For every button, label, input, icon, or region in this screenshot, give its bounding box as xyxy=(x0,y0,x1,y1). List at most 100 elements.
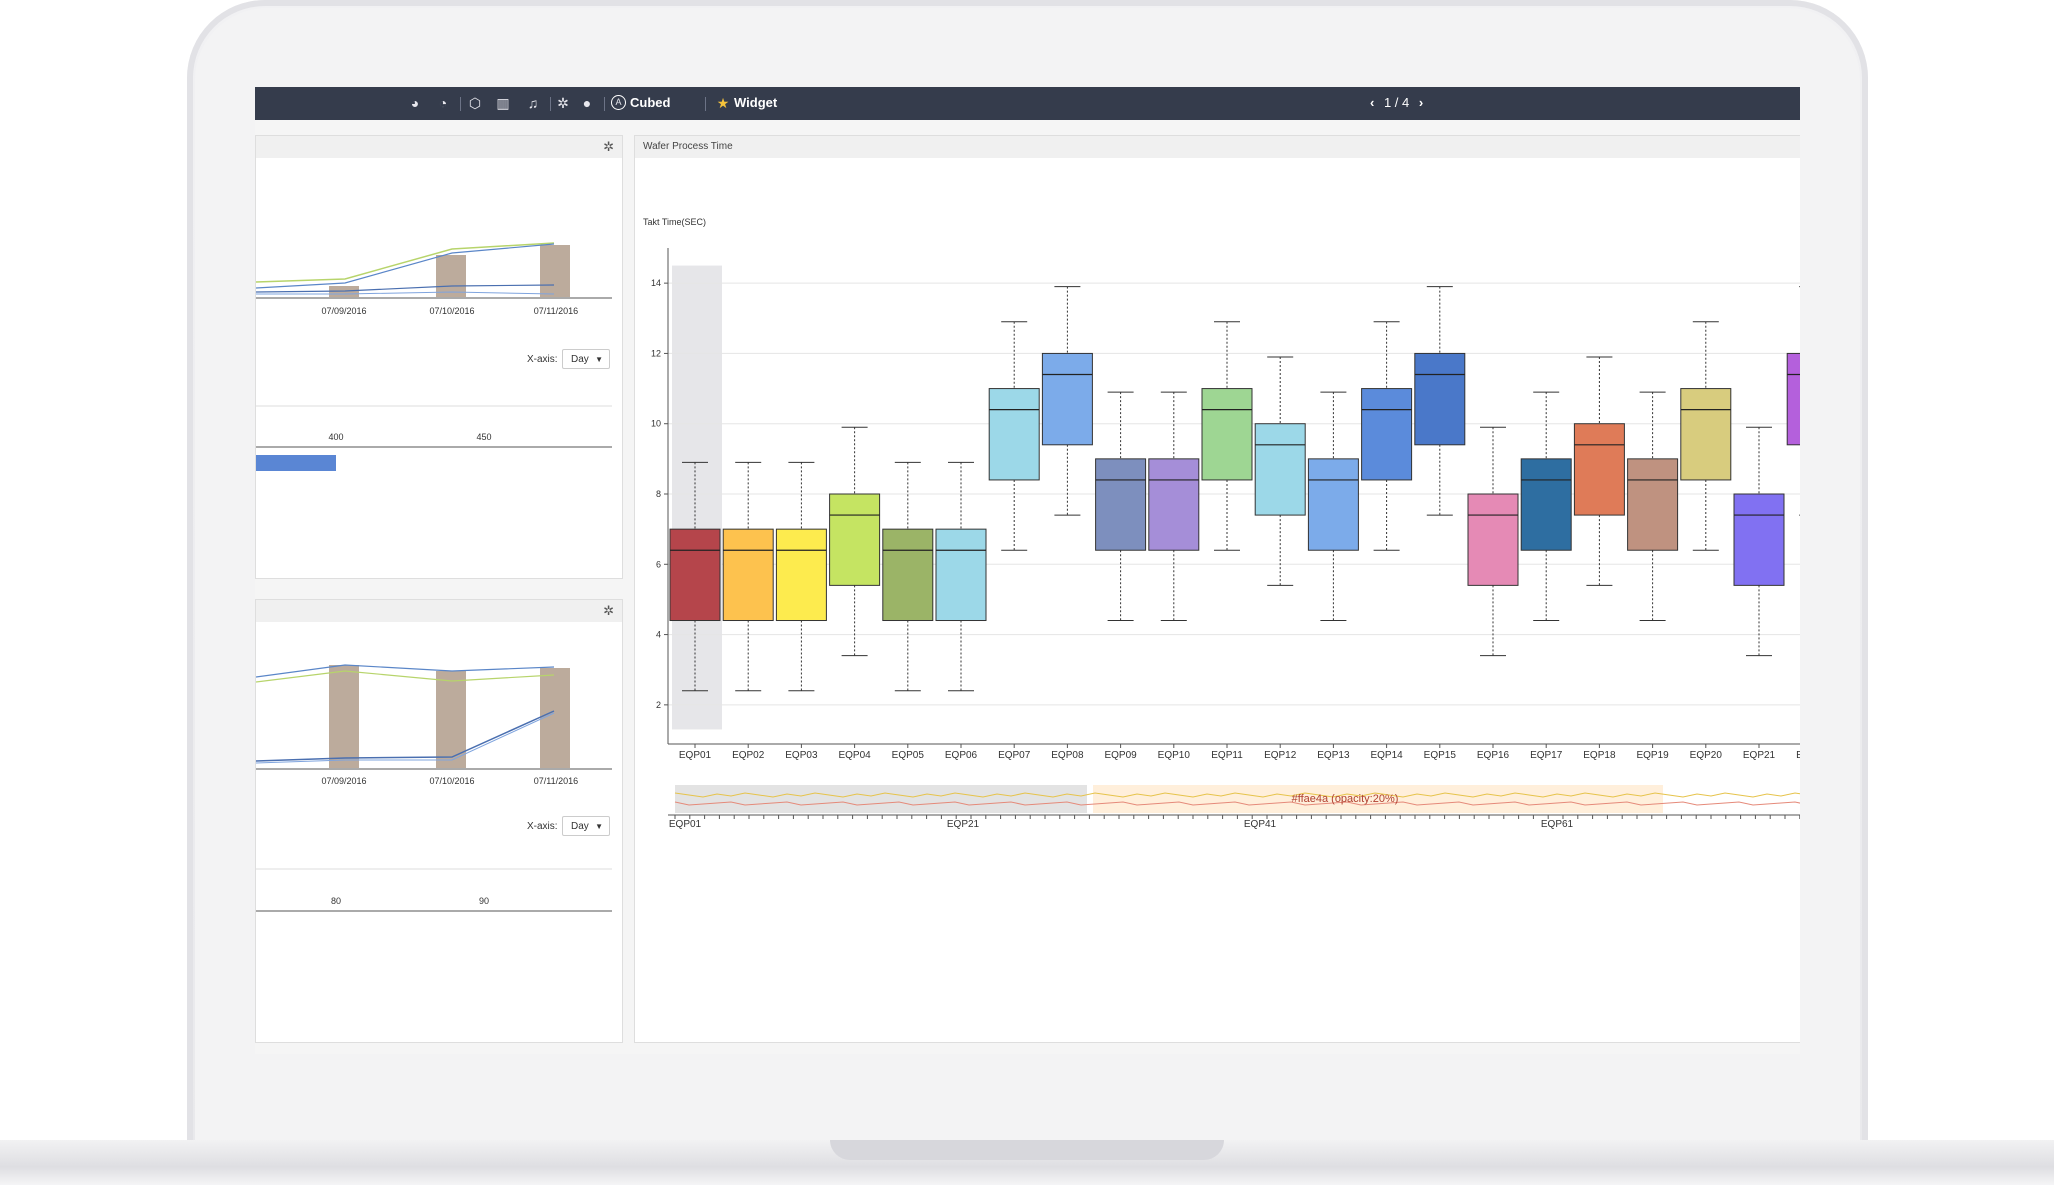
y-tick-label: 14 xyxy=(651,278,661,288)
scale-tick: 90 xyxy=(479,896,489,906)
x-tick-label: EQP05 xyxy=(892,750,925,761)
highlight-annotation: #ffae4a (opacity:20%) xyxy=(1292,793,1399,805)
xaxis-dropdown[interactable]: Day ▼ xyxy=(562,349,610,369)
navigator-label: EQP41 xyxy=(1244,819,1277,830)
x-tick-label: EQP19 xyxy=(1636,750,1669,761)
series-line xyxy=(256,242,555,283)
series-line xyxy=(256,712,555,764)
box xyxy=(1627,458,1679,551)
bar xyxy=(329,665,359,768)
date-tick: 07/10/2016 xyxy=(429,776,474,786)
box xyxy=(988,388,1040,481)
box xyxy=(1201,388,1253,481)
x-tick-label: EQP18 xyxy=(1583,750,1616,761)
box xyxy=(722,528,774,622)
next-page-icon[interactable]: › xyxy=(1419,95,1423,110)
toolbar-divider xyxy=(550,97,551,111)
date-tick: 07/09/2016 xyxy=(321,776,366,786)
box xyxy=(1414,352,1466,446)
scale-tick: 450 xyxy=(476,432,491,442)
pager: ‹ 1 / 4 › xyxy=(1370,95,1423,110)
x-tick-label: EQP22 xyxy=(1796,750,1800,761)
bell-icon[interactable]: ♫ xyxy=(525,95,541,111)
y-axis-label: Takt Time(SEC) xyxy=(643,217,706,227)
x-tick-label: EQP16 xyxy=(1477,750,1510,761)
box xyxy=(1041,352,1093,446)
cubed-logo-icon: A xyxy=(611,95,626,110)
xaxis-label: X-axis: xyxy=(527,354,558,365)
box xyxy=(1467,493,1519,586)
x-tick-label: EQP14 xyxy=(1370,750,1403,761)
widget-label[interactable]: Widget xyxy=(734,95,777,110)
toolbar-divider xyxy=(460,97,461,111)
navigator-selection[interactable] xyxy=(675,785,1087,813)
x-tick-label: EQP20 xyxy=(1690,750,1723,761)
panel-title: Wafer Process Time xyxy=(643,141,733,152)
dashboard-icon[interactable]: ◕ xyxy=(407,95,423,111)
x-tick-label: EQP04 xyxy=(838,750,871,761)
selected-column-highlight xyxy=(672,265,722,730)
page-indicator: 1 / 4 xyxy=(1383,95,1410,110)
series-line xyxy=(256,291,555,295)
box xyxy=(1680,388,1732,481)
box xyxy=(882,528,934,622)
navigator-label: EQP21 xyxy=(947,819,980,830)
left-widget-1: ✲ 07/09/2016 07/10/2016 07/11/2016 400 4… xyxy=(255,135,623,579)
date-tick: 07/10/2016 xyxy=(429,306,474,316)
brand-label[interactable]: Cubed xyxy=(630,95,670,110)
x-tick-label: EQP13 xyxy=(1317,750,1350,761)
box xyxy=(1361,388,1413,481)
toolbar-divider xyxy=(705,97,706,111)
box xyxy=(1254,423,1306,516)
caret-down-icon: ▼ xyxy=(595,355,603,364)
x-tick-label: EQP15 xyxy=(1424,750,1457,761)
caret-down-icon: ▼ xyxy=(595,822,603,831)
x-tick-label: EQP10 xyxy=(1158,750,1191,761)
series-line xyxy=(256,670,555,683)
box xyxy=(1148,458,1200,551)
y-tick-label: 6 xyxy=(656,559,661,569)
x-tick-label: EQP21 xyxy=(1743,750,1776,761)
top-toolbar: ◕ ◔ ⬡ ▥ ♫ ✲ ● A Cubed ★ Widget ‹ 1 / 4 › xyxy=(255,87,1800,120)
box-plot-chart: Takt Time(SEC) 2 4 6 8 10 12 14 EQP01 EQP02 EQP0… xyxy=(643,217,1800,830)
bar xyxy=(256,455,336,471)
series-line xyxy=(256,710,555,762)
x-tick-label: EQP07 xyxy=(998,750,1031,761)
navigator-label: EQP01 xyxy=(669,819,702,830)
date-tick: 07/11/2016 xyxy=(534,306,578,316)
prev-page-icon[interactable]: ‹ xyxy=(1370,95,1374,110)
scale-tick: 80 xyxy=(331,896,341,906)
navigator-label: EQP61 xyxy=(1541,819,1574,830)
x-tick-label: EQP17 xyxy=(1530,750,1563,761)
star-icon: ★ xyxy=(716,95,730,111)
box xyxy=(1520,458,1572,551)
pie-chart-icon[interactable]: ◔ xyxy=(435,95,451,111)
map-icon[interactable]: ▥ xyxy=(495,95,511,111)
xaxis-dropdown[interactable]: Day ▼ xyxy=(562,816,610,836)
box xyxy=(935,528,987,622)
left-widget-2: ✲ 07/09/2016 07/10/2016 07/11/2016 80 90… xyxy=(255,599,623,1043)
laptop-notch xyxy=(830,1140,1224,1160)
toolbar-divider xyxy=(604,97,605,111)
series-line xyxy=(256,243,555,289)
user-icon[interactable]: ● xyxy=(579,95,595,111)
y-tick-label: 2 xyxy=(656,700,661,710)
x-tick-label: EQP06 xyxy=(945,750,978,761)
cube-icon[interactable]: ⬡ xyxy=(467,95,483,111)
y-tick-label: 8 xyxy=(656,489,661,499)
x-tick-label: EQP01 xyxy=(679,750,712,761)
y-tick-label: 4 xyxy=(656,630,661,640)
main-widget: Wafer Process Time Takt Time(SEC) 2 4 6 8 10… xyxy=(634,135,1800,1043)
y-tick-label: 10 xyxy=(651,419,661,429)
dropdown-value: Day xyxy=(571,821,589,832)
date-tick: 07/09/2016 xyxy=(321,306,366,316)
bar xyxy=(436,255,466,297)
box xyxy=(829,493,881,586)
scale-tick: 400 xyxy=(328,432,343,442)
box xyxy=(775,528,827,622)
gear-icon[interactable]: ✲ xyxy=(555,95,571,111)
x-tick-label: EQP09 xyxy=(1104,750,1137,761)
box xyxy=(669,528,721,622)
panel-header: Wafer Process Time xyxy=(635,136,1800,158)
box xyxy=(1573,423,1625,516)
